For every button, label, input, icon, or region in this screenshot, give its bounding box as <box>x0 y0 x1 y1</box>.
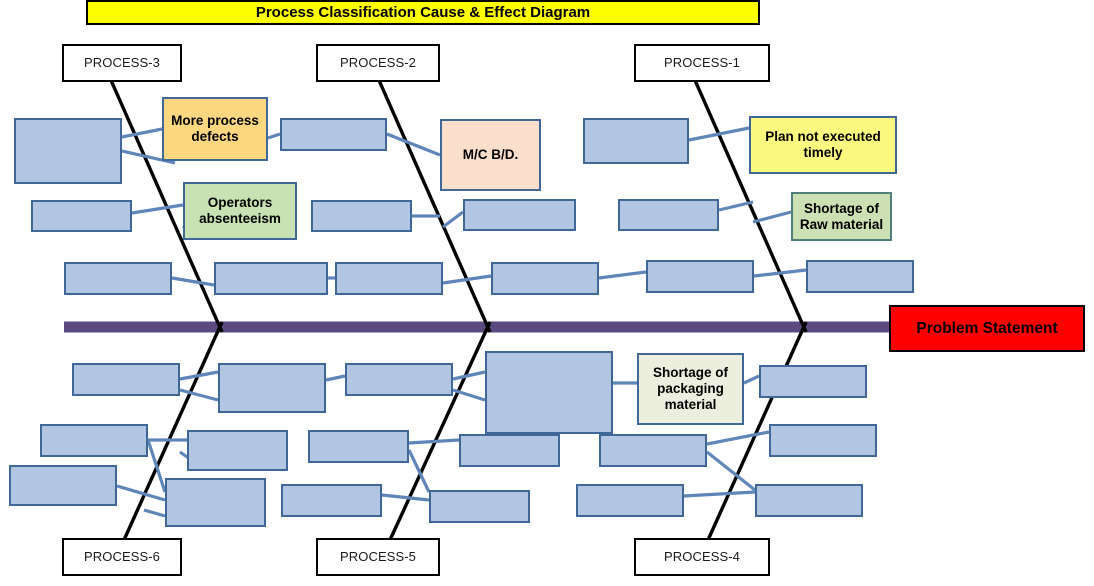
cause-box-label: Shortage of Raw material <box>799 200 884 232</box>
blank-cause-box[interactable] <box>646 260 754 293</box>
blank-cause-box[interactable] <box>64 262 172 295</box>
blank-cause-box[interactable] <box>14 118 122 184</box>
blank-cause-box[interactable] <box>769 424 877 457</box>
cause-box-plan-not-executed[interactable]: Plan not executed timely <box>749 116 897 174</box>
blank-cause-box[interactable] <box>806 260 914 293</box>
category-head-process-4: PROCESS-4 <box>634 538 770 576</box>
cause-box-label: Plan not executed timely <box>765 129 881 160</box>
blank-cause-box[interactable] <box>72 363 180 396</box>
blank-cause-box[interactable] <box>218 363 326 413</box>
blank-cause-box[interactable] <box>491 262 599 295</box>
diagram-title-banner: Process Classification Cause & Effect Di… <box>86 0 760 25</box>
blank-cause-box[interactable] <box>463 199 576 231</box>
category-head-process-1: PROCESS-1 <box>634 44 770 82</box>
category-head-process-6: PROCESS-6 <box>62 538 182 576</box>
blank-cause-box[interactable] <box>576 484 684 517</box>
blank-cause-box[interactable] <box>280 118 387 151</box>
blank-cause-box[interactable] <box>459 434 560 467</box>
fishbone-diagram-canvas: Process Classification Cause & Effect Di… <box>0 0 1094 586</box>
category-head-process-3: PROCESS-3 <box>62 44 182 82</box>
cause-box-more-process-defects[interactable]: More process defects <box>162 97 268 161</box>
cause-box-operators-absenteeism[interactable]: Operators absenteeism <box>183 182 297 240</box>
blank-cause-box[interactable] <box>40 424 148 457</box>
blank-cause-box[interactable] <box>759 365 867 398</box>
cause-box-label: More process defects <box>171 113 259 144</box>
cause-box-label: Operators absenteeism <box>199 195 281 226</box>
blank-cause-box[interactable] <box>187 430 288 471</box>
blank-cause-box[interactable] <box>345 363 453 396</box>
blank-cause-box[interactable] <box>308 430 409 463</box>
cause-box-shortage-raw-material[interactable]: Shortage of Raw material <box>791 192 892 241</box>
blank-cause-box[interactable] <box>599 434 707 467</box>
category-head-process-2: PROCESS-2 <box>316 44 440 82</box>
problem-statement-box: Problem Statement <box>889 305 1085 352</box>
blank-cause-box[interactable] <box>429 490 530 523</box>
blank-cause-box[interactable] <box>618 199 719 231</box>
blank-cause-box[interactable] <box>9 465 117 506</box>
blank-cause-box[interactable] <box>583 118 689 164</box>
category-head-process-5: PROCESS-5 <box>316 538 440 576</box>
blank-cause-box[interactable] <box>755 484 863 517</box>
cause-box-label: M/C B/D. <box>462 147 519 163</box>
cause-box-shortage-packaging[interactable]: Shortage of packaging material <box>637 353 744 425</box>
blank-cause-box[interactable] <box>31 200 132 232</box>
blank-cause-box[interactable] <box>214 262 328 295</box>
blank-cause-box[interactable] <box>311 200 412 232</box>
blank-cause-box[interactable] <box>281 484 382 517</box>
cause-box-label: Shortage of packaging material <box>652 365 728 412</box>
cause-box-mc-bd[interactable]: M/C B/D. <box>440 119 541 191</box>
blank-cause-box[interactable] <box>485 351 613 434</box>
blank-cause-box[interactable] <box>165 478 266 527</box>
blank-cause-box[interactable] <box>335 262 443 295</box>
